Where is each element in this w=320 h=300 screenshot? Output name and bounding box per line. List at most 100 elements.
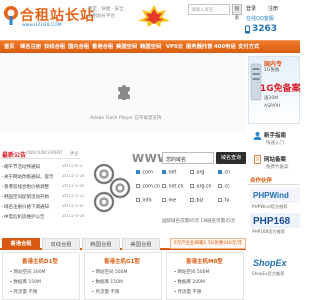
email-promo-banner[interactable]: 5元产企业邮箱1.5G优惠240元/年: [170, 238, 246, 249]
svg-text:ShopEx: ShopEx: [253, 258, 287, 268]
checkbox[interactable]: [190, 170, 194, 174]
news-more-link[interactable]: 更多: [70, 151, 79, 157]
news-date: 2011-4-28: [62, 214, 84, 219]
login-link[interactable]: 登录: [246, 5, 256, 12]
tld-checkbox-cn[interactable]: .cn: [218, 170, 230, 176]
news-item[interactable]: 关于网站改版通知，提示 2011-5-28: [2, 174, 84, 182]
news-date: 2011-5-12: [62, 194, 84, 199]
news-date: 2011-5-28: [62, 174, 84, 179]
checkbox[interactable]: [136, 198, 140, 202]
product-spec: 网站空间 500M: [174, 269, 209, 275]
partner-caption-phpwind: PHPWind官方推荐: [252, 204, 288, 209]
tab-us[interactable]: 美国合租: [122, 238, 160, 250]
partner-logo-shopex[interactable]: ShopEx: [250, 255, 300, 270]
tld-checkbox-net[interactable]: .net: [162, 170, 176, 176]
tld-checkbox-org-cn[interactable]: .org.cn: [190, 184, 212, 190]
product-spec: 数据库 150M: [10, 279, 41, 285]
logo-icon: [4, 6, 18, 25]
partner-caption-shopex: ShopEx官方推荐: [252, 271, 285, 276]
product-spec: 数据库 150M: [92, 279, 123, 285]
checkbox[interactable]: [136, 184, 140, 188]
news-date: 2011-5-05: [62, 204, 84, 209]
user-guide-icon: [253, 132, 262, 140]
checkbox[interactable]: [218, 184, 222, 188]
icp-filing-subtitle: 免费代备案: [266, 165, 289, 170]
tld-label: .com: [141, 170, 153, 176]
bullet: [10, 270, 12, 272]
tld-label: .biz: [195, 198, 204, 204]
qq-service-link[interactable]: 在线QQ客服: [246, 15, 274, 22]
tld-checkbox-biz[interactable]: .biz: [190, 198, 203, 204]
top-search-button[interactable]: 搜索: [232, 4, 242, 21]
tld-checkbox-org[interactable]: .org: [190, 170, 204, 176]
news-item[interactable]: 香港双线合租价格调整 2011-5-20: [2, 184, 84, 192]
partner-caption-php168: PHP168官方推荐: [252, 229, 285, 234]
checkbox[interactable]: [162, 170, 166, 174]
guide-link[interactable]: 新手指南: [264, 131, 286, 139]
tld-checkbox-net-cn[interactable]: .net.cn: [162, 184, 184, 190]
bullet: [2, 176, 3, 177]
tld-label: .net: [167, 170, 177, 176]
checkbox[interactable]: [190, 184, 194, 188]
tld-label: .me: [167, 198, 177, 204]
site-logo[interactable]: 合租站长站 www.HZH28.COM: [2, 2, 94, 36]
site-header: 合租站长站 www.HZH28.COM 稳定 · 快捷 · 安全 合租站长平台 …: [0, 0, 300, 40]
checkbox[interactable]: [136, 170, 140, 174]
tld-label: .info: [141, 198, 152, 204]
svg-text:PHP168: PHP168: [253, 216, 291, 227]
product-spec: 网站空间 300M: [10, 269, 45, 275]
news-item[interactable]: 域名注册价格下调通知 2011-5-05: [2, 204, 84, 212]
product-title[interactable]: 香港主机M8型: [186, 257, 223, 265]
tld-checkbox-me[interactable]: .me: [162, 198, 176, 204]
partner-logo-php168[interactable]: PHP168: [250, 213, 300, 228]
slogan-line-1: 稳定 · 快捷 · 安全: [88, 7, 124, 12]
tld-checkbox-com-cn[interactable]: .com.cn: [136, 184, 160, 190]
at-sign-graphic: [93, 163, 131, 213]
product-title[interactable]: 香港主机D1型: [22, 257, 58, 265]
tab-korea[interactable]: 韩国合租: [82, 238, 120, 250]
promo-badge-icon[interactable]: [134, 4, 174, 28]
news-subtitle: ANNOUNCEMENT: [26, 151, 64, 156]
tab-dual-line[interactable]: 双线合租: [42, 238, 80, 250]
news-item[interactable]: 端午节活动预通知 2011-6-1: [2, 164, 84, 172]
news-item[interactable]: 韩国空间促销活动开始 2011-5-12: [2, 194, 84, 202]
checkbox[interactable]: [218, 170, 222, 174]
news-title: 最新公告: [2, 152, 27, 159]
domain-search-input[interactable]: 您的域名: [162, 152, 214, 164]
news-item[interactable]: 中电信机房维护公告 2011-4-28: [2, 214, 84, 222]
logo-text: 合租站长站: [20, 8, 95, 24]
tld-checkbox-cc[interactable]: .cc: [218, 184, 230, 190]
checkbox[interactable]: [162, 198, 166, 202]
product-spec: 月流量 不限: [174, 289, 201, 295]
register-link[interactable]: 注册: [268, 5, 278, 12]
tld-label: .org.cn: [195, 184, 212, 190]
domain-search-button[interactable]: 域名查询: [216, 152, 246, 164]
tld-label: .cn: [223, 170, 231, 176]
puzzle-plugin-icon: [118, 85, 130, 100]
main-nav: 首页 域名注册 双线合租 国内合租 香港合租 美国空间 韩国空间 VPS云 服务…: [0, 40, 300, 53]
tld-label: .cc: [223, 184, 230, 190]
checkbox[interactable]: [162, 184, 166, 188]
product-title[interactable]: 香港主机G1型: [104, 257, 140, 265]
top-search-input[interactable]: 请输入域名: [188, 4, 230, 15]
news-text: 中电信机房维护公告: [4, 215, 45, 220]
ad-line-1: 1G免备: [264, 68, 280, 73]
icp-filing-link[interactable]: 网站备案: [264, 155, 286, 163]
checkbox[interactable]: [190, 198, 194, 202]
checkbox[interactable]: [218, 198, 222, 202]
document-icon: [254, 155, 261, 164]
bullet: [92, 270, 94, 272]
product-spec: 月流量 不限: [10, 289, 37, 295]
tld-checkbox-tv[interactable]: .tv: [218, 198, 229, 204]
ad-highlight: 1G免备案: [260, 84, 301, 94]
partners-title: 合作伙伴: [250, 178, 273, 184]
tab-hongkong[interactable]: 香港合租: [2, 238, 40, 250]
tld-checkbox-com[interactable]: .com: [136, 170, 153, 176]
news-text: 关于网站改版通知，提示: [4, 175, 54, 180]
news-text: 端午节活动预通知: [4, 165, 40, 170]
product-spec: 数据库 200M: [174, 279, 205, 285]
partner-logo-phpwind[interactable]: PHPWind: [250, 188, 300, 203]
tld-checkbox-info[interactable]: .info: [136, 198, 152, 204]
news-text: 香港双线合租价格调整: [4, 185, 49, 190]
bullet: [2, 216, 3, 217]
